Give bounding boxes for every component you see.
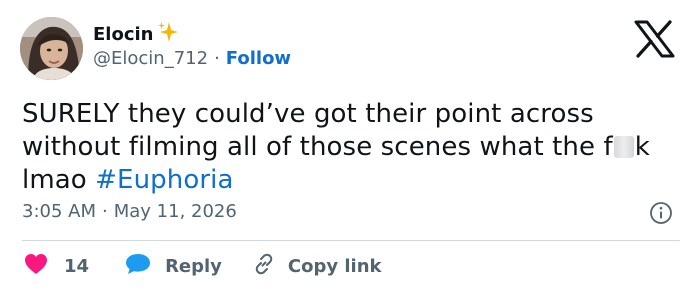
x-logo-icon[interactable] [632,19,676,59]
handle-separator: · [214,48,220,69]
like-button[interactable]: 14 [24,253,89,280]
tweet-text: SURELY they could’ve got their point acr… [22,98,682,197]
reply-button[interactable]: Reply [125,253,222,280]
copy-link-button[interactable]: Copy link [252,252,382,281]
reply-bubble-icon [125,253,151,280]
author-handle-row: @Elocin_712 · Follow [93,48,291,69]
tweet-timestamp[interactable]: 3:05 AM · May 11, 2026 [22,201,237,222]
avatar[interactable] [20,17,83,80]
reply-label: Reply [165,256,222,277]
copy-link-label: Copy link [287,256,382,277]
follow-button[interactable]: Follow [226,48,291,69]
author-name-row: Elocin [93,21,179,47]
link-icon [252,252,276,281]
tweet-date: May 11, 2026 [113,201,237,222]
like-count: 14 [64,256,90,277]
censor-blur [613,136,634,158]
divider [22,240,680,241]
sparkle-icon [157,21,179,47]
timestamp-separator: · [102,201,108,222]
tweet-actions: 14 Reply Copy link [24,252,382,281]
author-handle[interactable]: @Elocin_712 [93,48,208,69]
info-icon[interactable] [649,201,673,225]
tweet-text-part1: SURELY they could’ve got their point acr… [22,99,613,162]
author-display-name[interactable]: Elocin [93,24,154,45]
tweet-time: 3:05 AM [22,201,96,222]
hashtag-link[interactable]: #Euphoria [95,165,233,195]
heart-icon [24,253,48,280]
